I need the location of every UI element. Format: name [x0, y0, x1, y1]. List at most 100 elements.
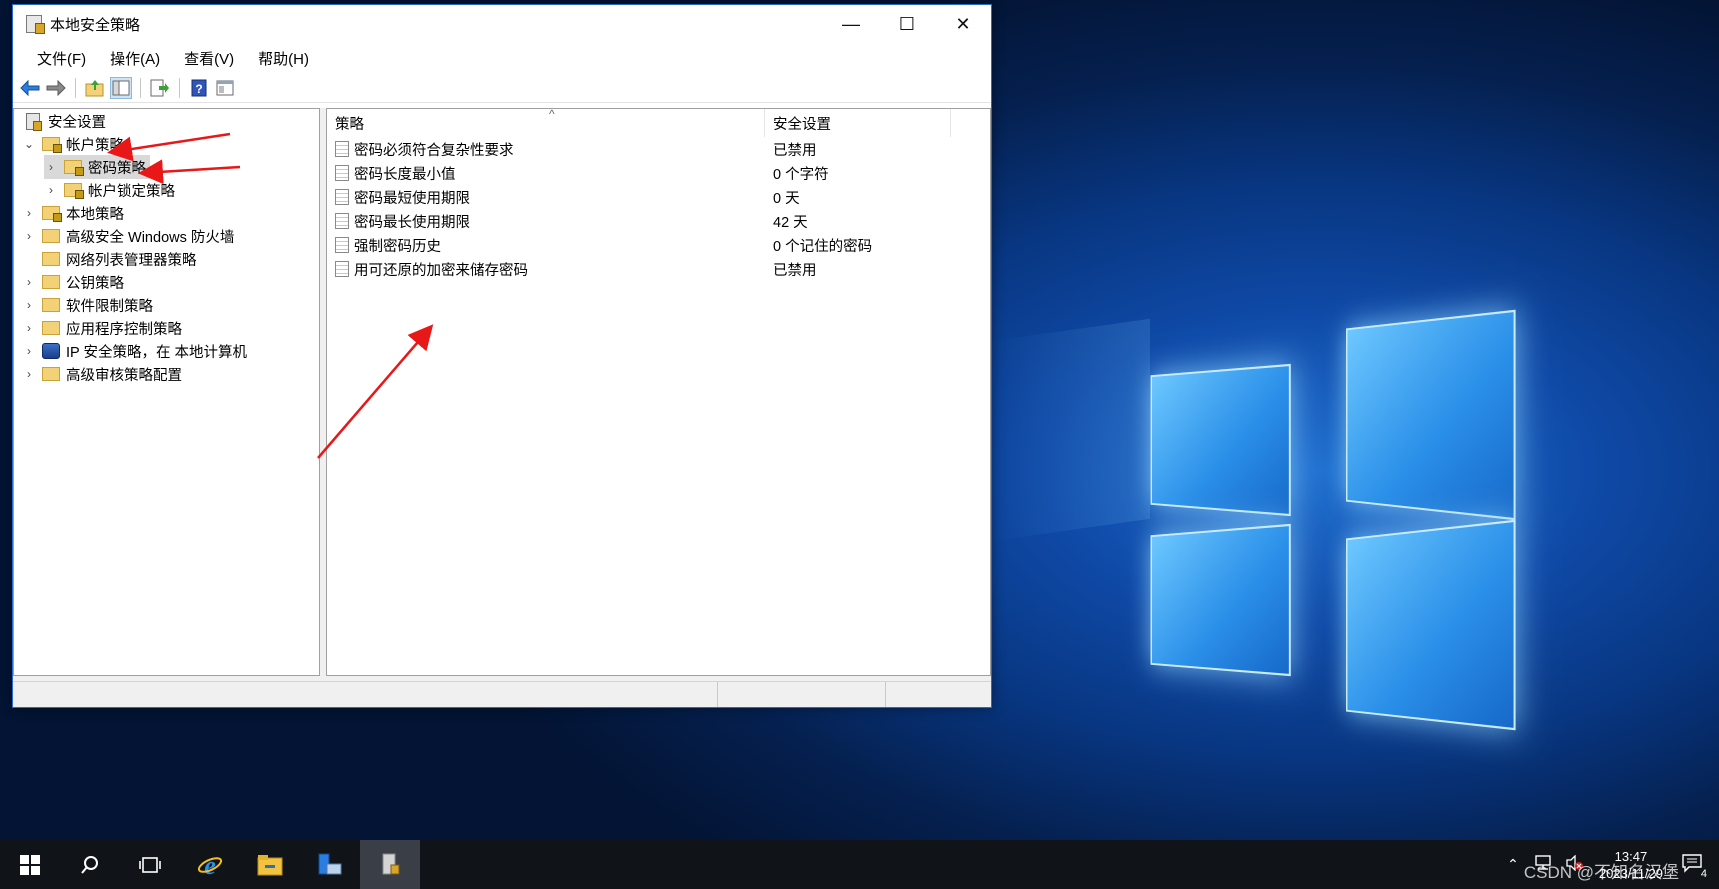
policy-icon — [335, 237, 349, 253]
tree-item-local-policies[interactable]: › 本地策略 — [22, 201, 124, 225]
maximize-button[interactable]: ☐ — [879, 5, 935, 43]
csdn-watermark: CSDN @不知名汉堡 — [1524, 858, 1679, 883]
tree-item-label: 高级安全 Windows 防火墙 — [66, 226, 234, 247]
list-item[interactable]: 强制密码历史 0 个记住的密码 — [327, 233, 872, 257]
chevron-down-icon[interactable]: ⌄ — [22, 137, 36, 151]
ip-security-icon — [42, 343, 60, 359]
tree-item-label: 密码策略 — [88, 157, 146, 178]
tree-item-label: 公钥策略 — [66, 272, 124, 293]
server-manager-icon[interactable] — [300, 840, 360, 889]
status-segment — [886, 682, 991, 707]
policy-name: 密码必须符合复杂性要求 — [354, 139, 514, 160]
policy-name: 密码最短使用期限 — [354, 187, 470, 208]
tree-item-public-key-policies[interactable]: › 公钥策略 — [22, 270, 124, 294]
column-header-policy[interactable]: 策略 — [327, 109, 765, 137]
policy-name: 密码最长使用期限 — [354, 211, 470, 232]
chevron-right-icon[interactable]: › — [22, 344, 36, 358]
back-icon[interactable] — [19, 77, 41, 99]
svg-text:e: e — [204, 852, 216, 878]
show-hide-tree-icon[interactable] — [110, 77, 132, 99]
sort-ascending-icon: ^ — [549, 107, 555, 121]
list-item[interactable]: 密码最短使用期限 0 天 — [327, 185, 800, 209]
task-view-icon[interactable] — [120, 840, 180, 889]
list-item[interactable]: 用可还原的加密来储存密码 已禁用 — [327, 257, 817, 281]
tree-item-account-policies[interactable]: ⌄ 帐户策略 — [22, 132, 124, 156]
menu-file[interactable]: 文件(F) — [25, 48, 98, 69]
tree-item-label: 高级审核策略配置 — [66, 364, 182, 385]
folder-icon — [42, 229, 60, 243]
tree-item-label: 本地策略 — [66, 203, 124, 224]
title-bar[interactable]: 本地安全策略 — ☐ ✕ — [13, 5, 991, 43]
chevron-right-icon[interactable]: › — [44, 183, 58, 197]
folder-lock-icon — [42, 137, 60, 151]
policy-name: 强制密码历史 — [354, 235, 441, 256]
up-folder-icon[interactable] — [84, 77, 106, 99]
policy-setting: 0 天 — [765, 187, 800, 208]
policy-icon — [335, 165, 349, 181]
tree-root-label: 安全设置 — [48, 111, 106, 132]
tree-item-label: 帐户锁定策略 — [88, 180, 175, 201]
folder-lock-icon — [42, 206, 60, 220]
chevron-up-icon[interactable]: ⌃ — [1507, 856, 1519, 873]
folder-icon — [42, 321, 60, 335]
navigation-tree: 安全设置 ⌄ 帐户策略 › 密码策略 › 帐户锁定策略 › 本地策略 › 高级安… — [13, 108, 320, 676]
svg-text:?: ? — [195, 82, 202, 96]
policy-icon — [335, 213, 349, 229]
tree-item-software-restriction[interactable]: › 软件限制策略 — [22, 293, 153, 317]
folder-icon — [42, 298, 60, 312]
toolbar-separator — [179, 78, 180, 98]
chevron-right-icon[interactable]: › — [44, 160, 58, 174]
forward-icon[interactable] — [45, 77, 67, 99]
list-item[interactable]: 密码必须符合复杂性要求 已禁用 — [327, 137, 817, 161]
minimize-button[interactable]: — — [823, 5, 879, 43]
start-button[interactable] — [0, 840, 60, 889]
chevron-right-icon[interactable]: › — [22, 275, 36, 289]
policy-icon — [335, 141, 349, 157]
close-button[interactable]: ✕ — [935, 5, 991, 43]
chevron-right-icon[interactable]: › — [22, 206, 36, 220]
tree-item-label: 软件限制策略 — [66, 295, 153, 316]
tree-item-ip-security[interactable]: › IP 安全策略，在 本地计算机 — [22, 339, 247, 363]
policy-setting: 42 天 — [765, 211, 808, 232]
tree-root[interactable]: 安全设置 — [20, 109, 106, 133]
local-security-policy-window: 本地安全策略 — ☐ ✕ 文件(F) 操作(A) 查看(V) 帮助(H) ? 安… — [12, 4, 992, 708]
content-area: 安全设置 ⌄ 帐户策略 › 密码策略 › 帐户锁定策略 › 本地策略 › 高级安… — [13, 108, 991, 681]
list-item[interactable]: 密码长度最小值 0 个字符 — [327, 161, 829, 185]
folder-icon — [42, 275, 60, 289]
export-list-icon[interactable] — [149, 77, 171, 99]
search-icon[interactable] — [60, 840, 120, 889]
tree-item-advanced-audit[interactable]: › 高级审核策略配置 — [22, 362, 182, 386]
column-header-security-setting[interactable]: 安全设置 — [765, 109, 951, 137]
tree-item-label: 应用程序控制策略 — [66, 318, 182, 339]
tree-item-label: 网络列表管理器策略 — [66, 249, 197, 270]
local-security-policy-taskbar-icon[interactable] — [360, 840, 420, 889]
internet-explorer-icon[interactable]: e — [180, 840, 240, 889]
menu-action[interactable]: 操作(A) — [98, 48, 172, 69]
menu-view[interactable]: 查看(V) — [172, 48, 246, 69]
chevron-right-icon[interactable]: › — [22, 367, 36, 381]
toolbar: ? — [13, 73, 991, 103]
tree-item-label: IP 安全策略，在 本地计算机 — [66, 341, 247, 362]
list-item[interactable]: 密码最长使用期限 42 天 — [327, 209, 808, 233]
tree-item-windows-firewall[interactable]: › 高级安全 Windows 防火墙 — [22, 224, 234, 248]
security-settings-icon — [26, 113, 40, 130]
file-explorer-icon[interactable] — [240, 840, 300, 889]
tree-item-application-control[interactable]: › 应用程序控制策略 — [22, 316, 182, 340]
toolbar-separator — [75, 78, 76, 98]
tree-item-network-list-manager[interactable]: 网络列表管理器策略 — [22, 247, 197, 271]
windows-start-icon — [20, 855, 40, 875]
help-icon[interactable]: ? — [188, 77, 210, 99]
notification-center-icon[interactable]: 4 — [1681, 853, 1703, 876]
policy-icon — [335, 189, 349, 205]
view-icon[interactable] — [214, 77, 236, 99]
window-title: 本地安全策略 — [50, 14, 823, 35]
tree-item-password-policy[interactable]: › 密码策略 — [44, 155, 150, 179]
folder-icon — [42, 367, 60, 381]
menu-help[interactable]: 帮助(H) — [246, 48, 321, 69]
policy-setting: 已禁用 — [765, 139, 817, 160]
chevron-right-icon[interactable]: › — [22, 229, 36, 243]
chevron-right-icon[interactable]: › — [22, 298, 36, 312]
folder-icon — [42, 252, 60, 266]
chevron-right-icon[interactable]: › — [22, 321, 36, 335]
tree-item-account-lockout-policy[interactable]: › 帐户锁定策略 — [44, 178, 175, 202]
